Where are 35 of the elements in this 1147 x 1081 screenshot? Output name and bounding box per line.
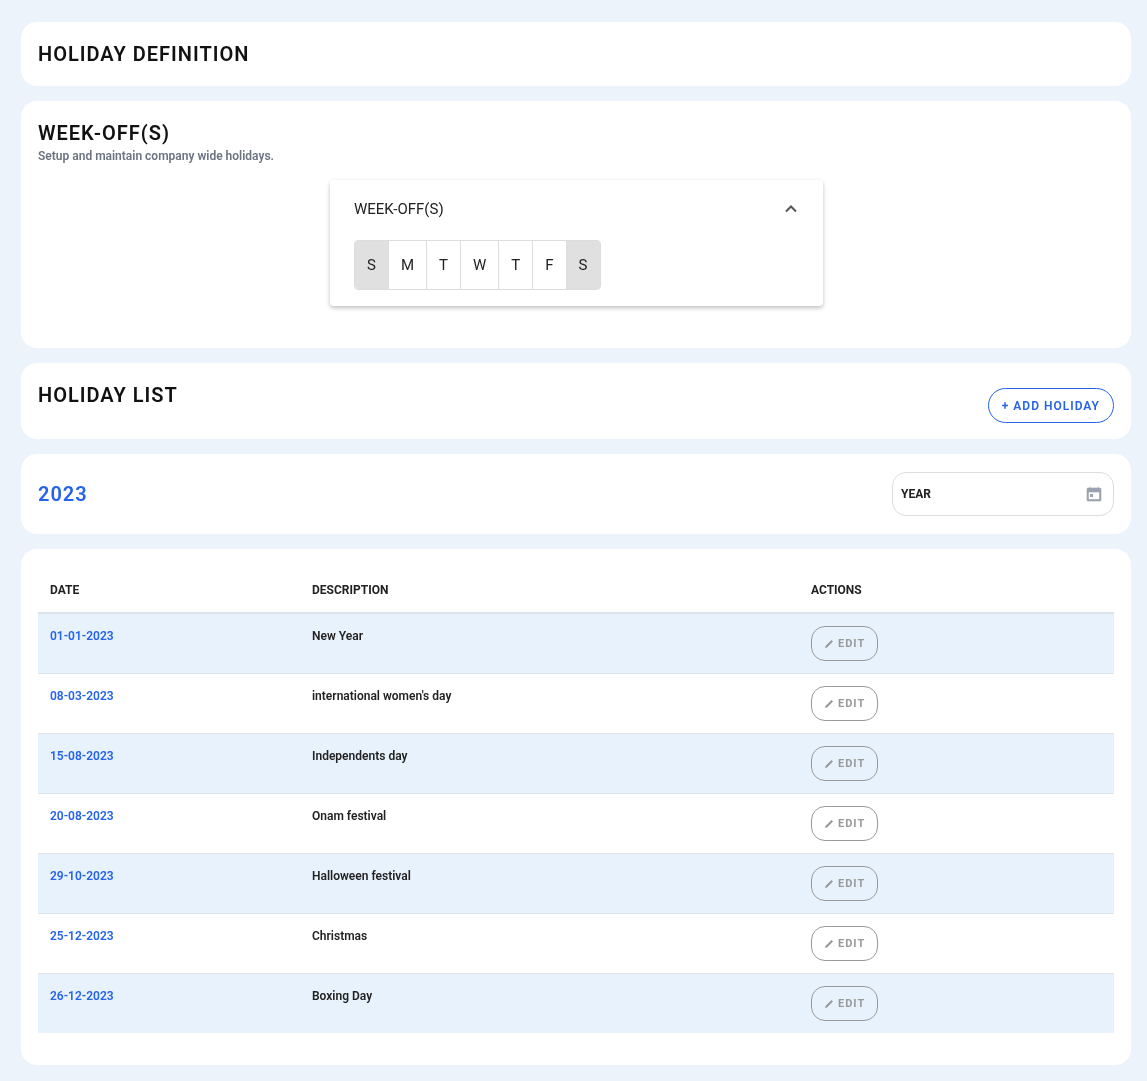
date-cell: 26-12-2023 — [38, 973, 300, 1033]
pencil-icon — [824, 698, 834, 709]
section-title: WEEK-OFF(S) — [38, 121, 171, 145]
date-cell: 15-08-2023 — [38, 733, 300, 794]
day-toggle[interactable]: S — [566, 241, 600, 289]
pencil-icon — [824, 758, 834, 769]
pencil-icon — [824, 638, 834, 649]
date-cell: 08-03-2023 — [38, 673, 300, 734]
description-cell: New Year — [300, 613, 799, 674]
year-heading: 2023 — [38, 482, 88, 506]
page-title: HOLIDAY DEFINITION — [38, 42, 250, 66]
panel-title: WEEK-OFF(S) — [354, 200, 444, 218]
description-cell: international women's day — [300, 673, 799, 734]
date-cell: 20-08-2023 — [38, 793, 300, 854]
pencil-icon — [824, 998, 834, 1009]
pencil-icon — [824, 878, 834, 889]
edit-button[interactable]: EDIT — [811, 806, 879, 841]
date-cell: 25-12-2023 — [38, 913, 300, 974]
date-cell: 29-10-2023 — [38, 853, 300, 914]
date-cell: 01-01-2023 — [38, 613, 300, 674]
edit-button[interactable]: EDIT — [811, 686, 879, 721]
edit-button[interactable]: EDIT — [811, 926, 879, 961]
description-cell: Christmas — [300, 913, 799, 974]
description-cell: Onam festival — [300, 793, 799, 854]
year-field[interactable]: YEAR — [892, 472, 1114, 516]
pencil-icon — [824, 938, 834, 949]
day-toggle[interactable]: S — [355, 241, 389, 289]
calendar-icon[interactable] — [1085, 485, 1103, 503]
section-title: HOLIDAY LIST — [38, 383, 178, 409]
description-cell: Independents day — [300, 733, 799, 794]
add-holiday-button[interactable]: + ADD HOLIDAY — [987, 388, 1114, 423]
description-cell: Halloween festival — [300, 853, 799, 914]
pencil-icon — [824, 818, 834, 829]
section-subtitle: Setup and maintain company wide holidays. — [38, 149, 274, 163]
description-cell: Boxing Day — [300, 973, 799, 1033]
